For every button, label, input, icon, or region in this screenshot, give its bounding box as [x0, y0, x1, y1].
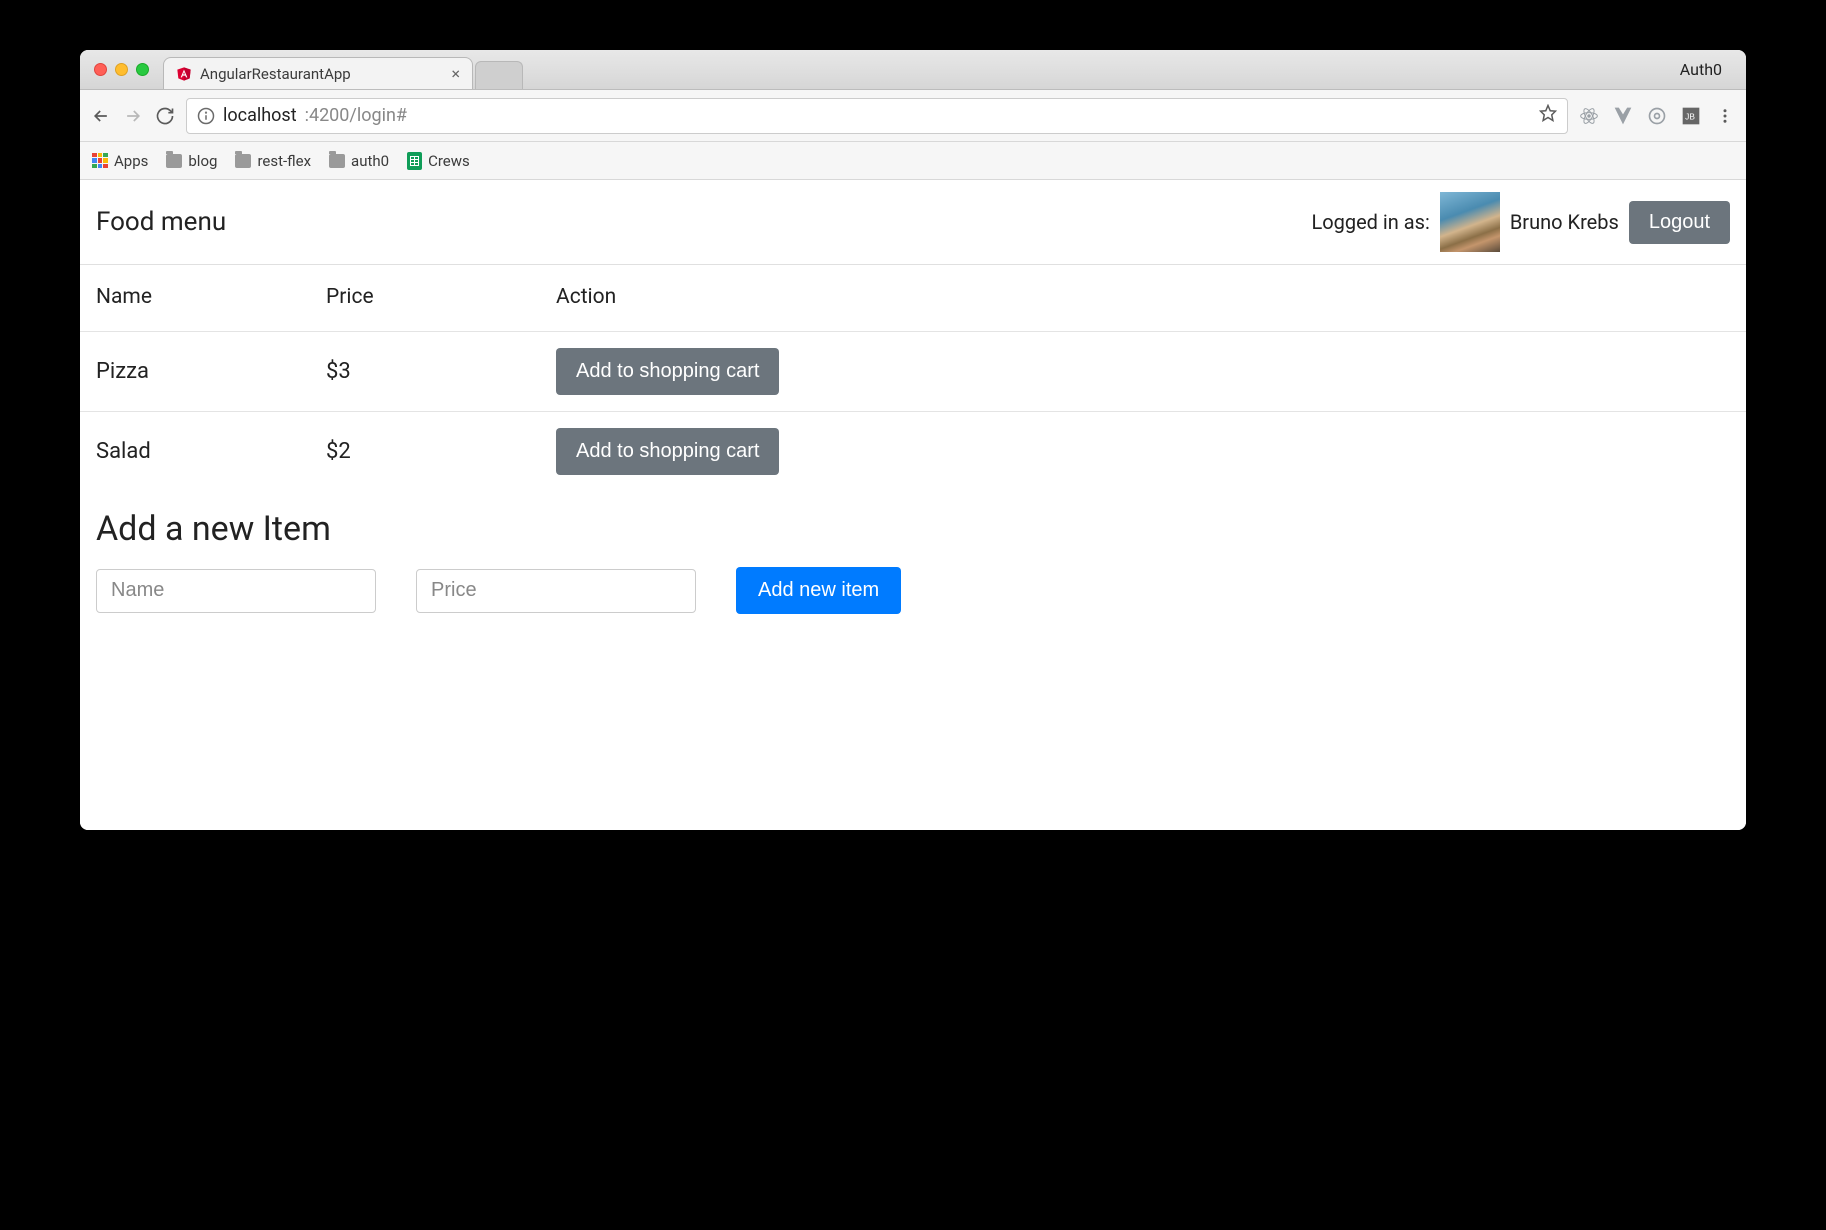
add-new-item-button[interactable]: Add new item [736, 567, 901, 614]
bookmark-folder[interactable]: rest-flex [235, 152, 311, 170]
table-header-row: Name Price Action [80, 265, 1746, 332]
bookmark-label: blog [188, 152, 217, 170]
apps-label: Apps [114, 152, 148, 170]
page-content: Food menu Logged in as: Bruno Krebs Logo… [80, 180, 1746, 830]
browser-tab-inactive[interactable] [475, 61, 523, 89]
extensions: JB [1578, 105, 1736, 127]
apps-grid-icon [92, 153, 108, 169]
item-price: $2 [310, 412, 540, 492]
price-input[interactable] [416, 569, 696, 613]
bookmark-folder[interactable]: auth0 [329, 152, 389, 170]
logout-button[interactable]: Logout [1629, 201, 1730, 244]
item-name: Pizza [80, 332, 310, 412]
folder-icon [235, 154, 251, 168]
bookmark-label: Crews [428, 152, 470, 170]
folder-icon [329, 154, 345, 168]
menu-table: Name Price Action Pizza $3 Add to shoppi… [80, 265, 1746, 491]
name-input[interactable] [96, 569, 376, 613]
close-tab-icon[interactable]: × [451, 64, 460, 83]
browser-tab-active[interactable]: AngularRestaurantApp × [163, 57, 473, 89]
apps-shortcut[interactable]: Apps [92, 152, 148, 170]
page-header: Food menu Logged in as: Bruno Krebs Logo… [80, 180, 1746, 265]
extension-icon[interactable] [1646, 105, 1668, 127]
jetbrains-icon[interactable]: JB [1680, 105, 1702, 127]
minimize-window-button[interactable] [115, 63, 128, 76]
folder-icon [166, 154, 182, 168]
address-bar[interactable]: localhost :4200/login# [186, 98, 1568, 134]
add-to-cart-button[interactable]: Add to shopping cart [556, 348, 779, 395]
table-row: Pizza $3 Add to shopping cart [80, 332, 1746, 412]
add-item-form: Add new item [96, 567, 1730, 614]
bookmark-label: auth0 [351, 152, 389, 170]
react-devtools-icon[interactable] [1578, 105, 1600, 127]
user-name: Bruno Krebs [1510, 210, 1619, 234]
tab-strip: AngularRestaurantApp × [163, 50, 523, 89]
user-area: Logged in as: Bruno Krebs Logout [1311, 192, 1730, 252]
svg-text:JB: JB [1685, 111, 1695, 121]
browser-profile[interactable]: Auth0 [1680, 60, 1732, 79]
tab-title: AngularRestaurantApp [200, 65, 351, 83]
bookmark-item[interactable]: Crews [407, 152, 470, 170]
add-item-title: Add a new Item [96, 509, 1730, 549]
item-name: Salad [80, 412, 310, 492]
site-info-icon[interactable] [197, 107, 215, 125]
browser-toolbar: localhost :4200/login# JB [80, 90, 1746, 142]
add-to-cart-button[interactable]: Add to shopping cart [556, 428, 779, 475]
back-button[interactable] [90, 105, 112, 127]
table-row: Salad $2 Add to shopping cart [80, 412, 1746, 492]
bookmark-folder[interactable]: blog [166, 152, 217, 170]
url-path: :4200/login# [305, 105, 407, 126]
window-controls [94, 63, 149, 76]
menu-icon[interactable] [1714, 105, 1736, 127]
vue-devtools-icon[interactable] [1612, 105, 1634, 127]
sheets-icon [407, 152, 422, 170]
titlebar: AngularRestaurantApp × Auth0 [80, 50, 1746, 90]
reload-button[interactable] [154, 105, 176, 127]
angular-icon [176, 65, 192, 83]
page-title: Food menu [96, 207, 226, 237]
bookmark-label: rest-flex [257, 152, 311, 170]
column-header-action: Action [540, 265, 1746, 332]
add-item-section: Add a new Item Add new item [80, 491, 1746, 644]
forward-button[interactable] [122, 105, 144, 127]
close-window-button[interactable] [94, 63, 107, 76]
maximize-window-button[interactable] [136, 63, 149, 76]
bookmark-star-icon[interactable] [1539, 104, 1557, 127]
bookmarks-bar: Apps blog rest-flex auth0 Crews [80, 142, 1746, 180]
logged-in-label: Logged in as: [1311, 210, 1429, 234]
column-header-price: Price [310, 265, 540, 332]
browser-window: AngularRestaurantApp × Auth0 localhost :4… [80, 50, 1746, 830]
column-header-name: Name [80, 265, 310, 332]
avatar [1440, 192, 1500, 252]
url-host: localhost [223, 105, 297, 126]
item-price: $3 [310, 332, 540, 412]
